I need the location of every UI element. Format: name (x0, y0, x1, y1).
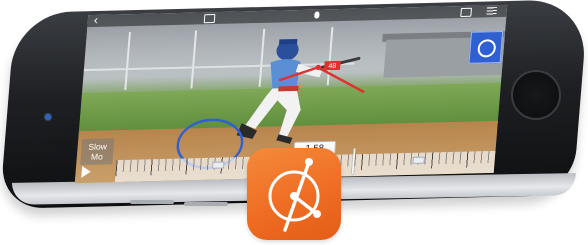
slow-mo-label-line2: Mo (90, 151, 104, 162)
circle-icon (476, 39, 497, 58)
slow-mo-button[interactable]: Slow Mo (80, 138, 115, 165)
protractor-glyph (268, 158, 321, 232)
trim-marker[interactable] (211, 161, 225, 169)
play-icon[interactable] (81, 165, 92, 178)
camera-icon[interactable] (460, 7, 473, 18)
chevron-left-icon[interactable]: ‹ (93, 13, 98, 27)
protractor-app-icon (247, 148, 341, 240)
volume-button (130, 200, 174, 204)
trim-marker[interactable] (412, 156, 425, 164)
angle-value-text: 48 (328, 63, 336, 70)
hamburger-menu-icon[interactable] (486, 7, 498, 16)
volume-button (184, 202, 228, 206)
microphone-icon[interactable] (314, 11, 320, 19)
batter-figure (236, 38, 361, 144)
circle-tool-button[interactable] (468, 30, 504, 64)
clip-icon[interactable] (203, 14, 216, 24)
home-button[interactable] (511, 70, 561, 120)
front-camera (45, 114, 51, 120)
